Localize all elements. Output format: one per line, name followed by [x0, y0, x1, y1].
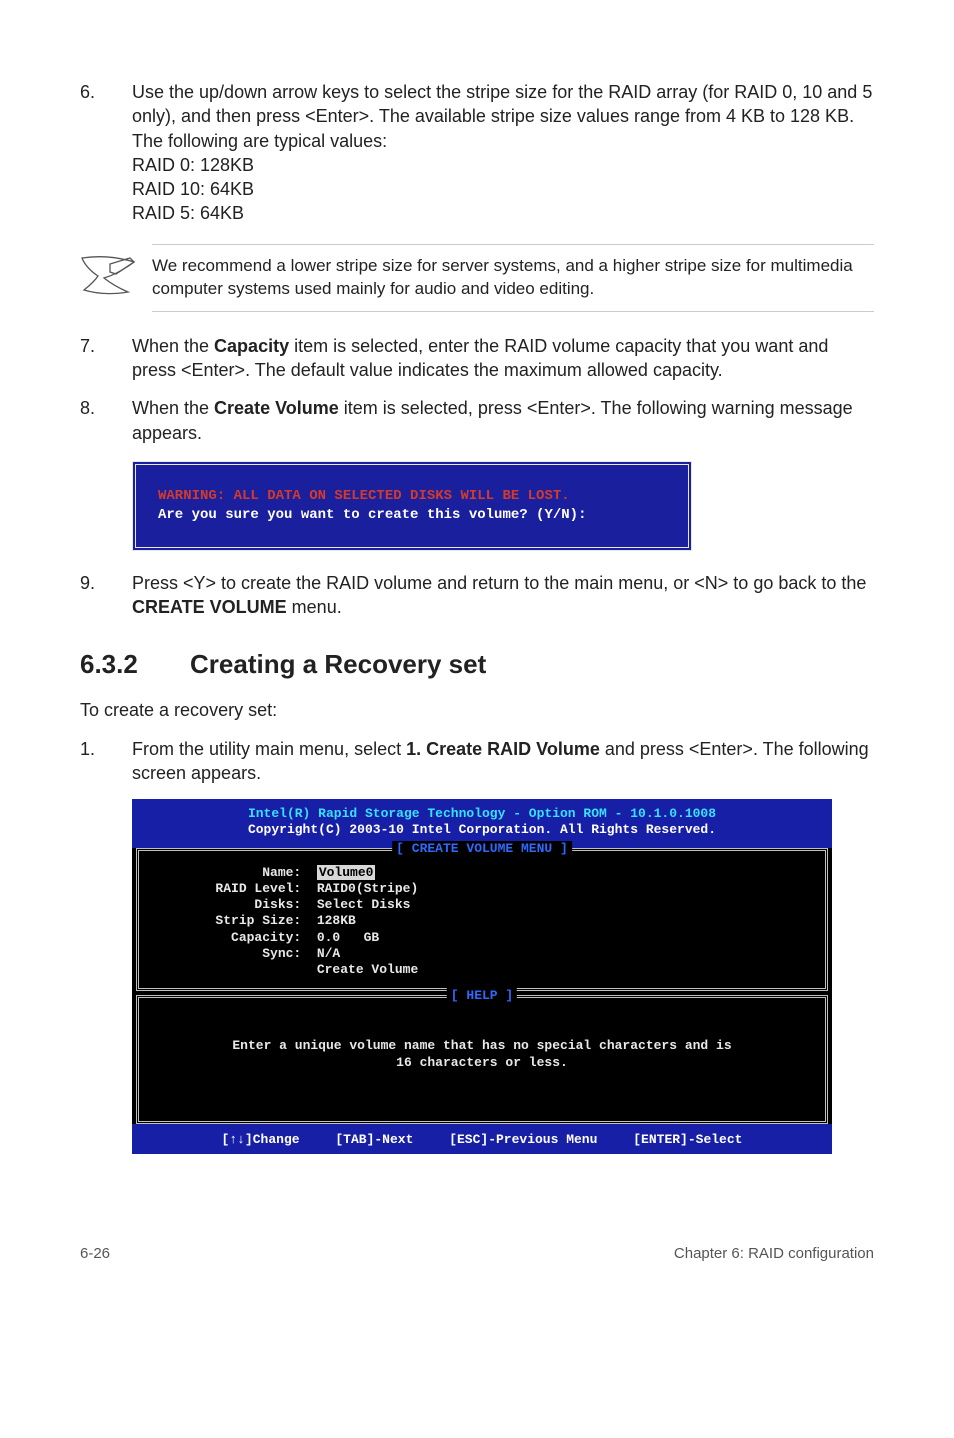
step8-a: When the — [132, 398, 214, 418]
step7-bold: Capacity — [214, 336, 289, 356]
step6-text: Use the up/down arrow keys to select the… — [132, 82, 872, 151]
step-body: When the Create Volume item is selected,… — [132, 396, 874, 445]
create-volume-panel: [ CREATE VOLUME MENU ] Name: Volume0 RAI… — [136, 848, 828, 992]
warning-dialog: WARNING: ALL DATA ON SELECTED DISKS WILL… — [132, 461, 692, 551]
step6-raid0: RAID 0: 128KB — [132, 155, 254, 175]
step9-bold: CREATE VOLUME — [132, 597, 287, 617]
step1-a: From the utility main menu, select — [132, 739, 406, 759]
note-text: We recommend a lower stripe size for ser… — [152, 244, 874, 312]
row-strip-size: Strip Size: 128KB — [153, 913, 811, 929]
step-number: 8. — [80, 396, 132, 445]
section-heading: 6.3.2Creating a Recovery set — [80, 647, 874, 682]
note-pencil-icon — [80, 244, 152, 296]
value-name: Volume0 — [317, 865, 376, 880]
note-block: We recommend a lower stripe size for ser… — [80, 244, 874, 312]
step6-raid10: RAID 10: 64KB — [132, 179, 254, 199]
page-footer: 6-26 Chapter 6: RAID configuration — [80, 1244, 874, 1264]
row-disks: Disks: Select Disks — [153, 897, 811, 913]
step6-raid5: RAID 5: 64KB — [132, 203, 244, 223]
step-number: 1. — [80, 737, 132, 786]
row-capacity: Capacity: 0.0 GB — [153, 930, 811, 946]
step-1: 1. From the utility main menu, select 1.… — [80, 737, 874, 786]
help-text: Enter a unique volume name that has no s… — [153, 1004, 811, 1111]
step1-bold: 1. Create RAID Volume — [406, 739, 600, 759]
step-body: From the utility main menu, select 1. Cr… — [132, 737, 874, 786]
step-number: 6. — [80, 80, 132, 226]
bios-footer: [↑↓]Change [TAB]-Next [ESC]-Previous Men… — [132, 1128, 832, 1154]
bios-body: [ CREATE VOLUME MENU ] Name: Volume0 RAI… — [132, 848, 832, 1124]
step-number: 7. — [80, 334, 132, 383]
section-title: Creating a Recovery set — [190, 649, 486, 679]
step-body: When the Capacity item is selected, ente… — [132, 334, 874, 383]
bios-title-line1: Intel(R) Rapid Storage Technology - Opti… — [132, 806, 832, 822]
panel-title-create: [ CREATE VOLUME MENU ] — [392, 841, 572, 857]
page-number: 6-26 — [80, 1244, 110, 1264]
warning-line1: WARNING: ALL DATA ON SELECTED DISKS WILL… — [158, 487, 666, 506]
footer-next: [TAB]-Next — [335, 1132, 413, 1148]
row-name: Name: Volume0 — [153, 865, 811, 881]
label-name: Name: — [153, 865, 317, 880]
step7-a: When the — [132, 336, 214, 356]
step-body: Use the up/down arrow keys to select the… — [132, 80, 874, 226]
step-number: 9. — [80, 571, 132, 620]
step9-a: Press <Y> to create the RAID volume and … — [132, 573, 866, 593]
footer-change: [↑↓]Change — [222, 1132, 300, 1148]
chapter-label: Chapter 6: RAID configuration — [674, 1244, 874, 1264]
step-body: Press <Y> to create the RAID volume and … — [132, 571, 874, 620]
step-6: 6. Use the up/down arrow keys to select … — [80, 80, 874, 226]
footer-select: [ENTER]-Select — [633, 1132, 742, 1148]
intro-text: To create a recovery set: — [80, 698, 874, 722]
help-panel: [ HELP ] Enter a unique volume name that… — [136, 995, 828, 1124]
row-sync: Sync: N/A — [153, 946, 811, 962]
step8-bold: Create Volume — [214, 398, 339, 418]
step9-b: menu. — [287, 597, 342, 617]
section-number: 6.3.2 — [80, 647, 190, 682]
footer-prev: [ESC]-Previous Menu — [449, 1132, 597, 1148]
bios-title-line2: Copyright(C) 2003-10 Intel Corporation. … — [132, 822, 832, 838]
row-raid-level: RAID Level: RAID0(Stripe) — [153, 881, 811, 897]
step-9: 9. Press <Y> to create the RAID volume a… — [80, 571, 874, 620]
step-7: 7. When the Capacity item is selected, e… — [80, 334, 874, 383]
step-8: 8. When the Create Volume item is select… — [80, 396, 874, 445]
bios-title-bar: Intel(R) Rapid Storage Technology - Opti… — [132, 799, 832, 844]
warning-line2: Are you sure you want to create this vol… — [158, 506, 666, 525]
bios-screenshot: Intel(R) Rapid Storage Technology - Opti… — [132, 799, 832, 1154]
help-line1: Enter a unique volume name that has no s… — [232, 1038, 731, 1053]
help-line2: 16 characters or less. — [396, 1055, 568, 1070]
row-create-volume: Create Volume — [153, 962, 811, 978]
panel-title-help: [ HELP ] — [447, 988, 517, 1004]
